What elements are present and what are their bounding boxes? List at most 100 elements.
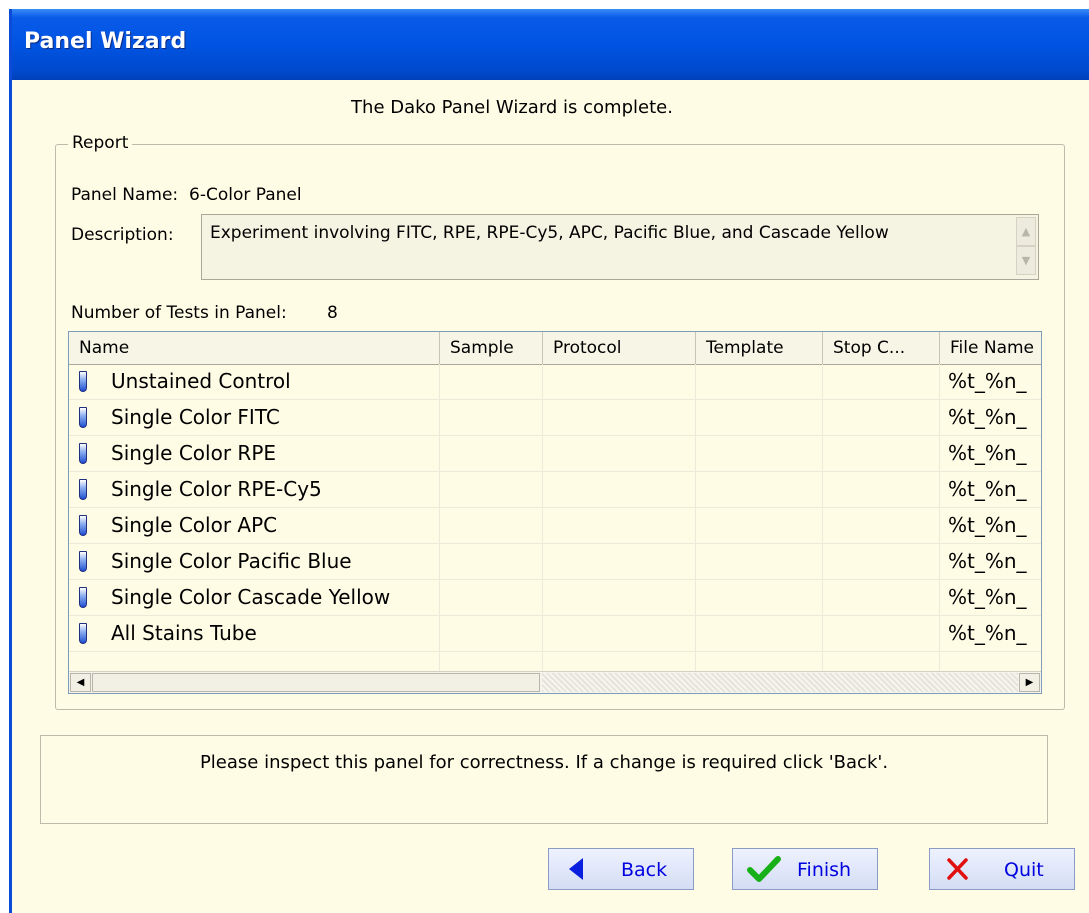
table-cell [696, 580, 823, 615]
close-x-icon [947, 858, 968, 880]
test-name: Single Color Cascade Yellow [111, 585, 391, 609]
tests-count-label: Number of Tests in Panel: [71, 303, 287, 323]
table-cell [440, 508, 543, 543]
column-header-template[interactable]: Template [696, 332, 823, 364]
scroll-up-icon[interactable]: ▲ [1016, 217, 1036, 246]
table-cell: %t_%n_ [940, 544, 1041, 579]
test-file-name: %t_%n_ [948, 405, 1027, 429]
table-cell: Single Color Pacific Blue [69, 544, 440, 579]
panel-name-label: Panel Name: [71, 185, 179, 205]
table-cell [440, 436, 543, 471]
table-cell [543, 472, 696, 507]
column-header-protocol[interactable]: Protocol [543, 332, 696, 364]
completion-banner: The Dako Panel Wizard is complete. [351, 97, 673, 118]
table-cell [440, 472, 543, 507]
table-cell: Single Color RPE-Cy5 [69, 472, 440, 507]
table-cell [440, 616, 543, 651]
table-row[interactable]: Single Color APC %t_%n_ [69, 508, 1041, 544]
description-label: Description: [71, 225, 174, 245]
table-cell [696, 436, 823, 471]
scroll-down-icon[interactable]: ▼ [1016, 246, 1036, 275]
table-row[interactable]: Single Color Pacific Blue %t_%n_ [69, 544, 1041, 580]
table-cell [696, 544, 823, 579]
table-cell [823, 436, 940, 471]
test-name: Single Color FITC [111, 405, 280, 429]
test-name: Single Color RPE [111, 441, 277, 465]
tests-table[interactable]: Name Sample Protocol Template Stop C... … [68, 331, 1042, 694]
test-name: Single Color RPE-Cy5 [111, 477, 322, 501]
table-cell [696, 472, 823, 507]
column-header-file-name[interactable]: File Name [940, 332, 1041, 364]
table-cell: Single Color RPE [69, 436, 440, 471]
title-bar[interactable]: Panel Wizard [12, 9, 1089, 80]
table-cell [696, 508, 823, 543]
test-file-name: %t_%n_ [948, 549, 1027, 573]
table-row[interactable]: All Stains Tube %t_%n_ [69, 616, 1041, 652]
horizontal-scrollbar[interactable]: ◀ ▶ [69, 671, 1041, 693]
table-cell [543, 436, 696, 471]
table-cell [440, 364, 543, 399]
report-group: Report Panel Name: 6-Color Panel Descrip… [55, 133, 1065, 710]
table-row[interactable]: Single Color FITC %t_%n_ [69, 400, 1041, 436]
test-file-name: %t_%n_ [948, 585, 1027, 609]
column-header-stop-condition[interactable]: Stop C... [823, 332, 940, 364]
table-cell: All Stains Tube [69, 616, 440, 651]
table-cell [696, 616, 823, 651]
table-cell [543, 400, 696, 435]
column-header-sample[interactable]: Sample [440, 332, 543, 364]
table-cell [823, 544, 940, 579]
table-cell: Single Color Cascade Yellow [69, 580, 440, 615]
test-tube-icon [79, 587, 87, 608]
table-row[interactable]: Single Color RPE %t_%n_ [69, 436, 1041, 472]
table-cell [543, 616, 696, 651]
finish-button-label: Finish [797, 859, 852, 881]
table-cell [543, 544, 696, 579]
table-row[interactable]: Unstained Control %t_%n_ [69, 364, 1041, 400]
test-file-name: %t_%n_ [948, 477, 1027, 501]
table-cell: %t_%n_ [940, 400, 1041, 435]
table-cell [823, 472, 940, 507]
scrollbar-thumb[interactable] [92, 673, 540, 692]
panel-wizard-window: Panel Wizard The Dako Panel Wizard is co… [9, 9, 1089, 913]
scrollbar-track[interactable] [542, 673, 1018, 692]
table-cell [823, 400, 940, 435]
test-file-name: %t_%n_ [948, 441, 1027, 465]
table-cell [823, 364, 940, 399]
table-cell: %t_%n_ [940, 508, 1041, 543]
tests-count-value: 8 [327, 303, 338, 323]
test-tube-icon [79, 515, 87, 536]
table-body: Unstained Control %t_%n_ Single Color FITC… [69, 364, 1041, 688]
description-field[interactable]: Experiment involving FITC, RPE, RPE-Cy5,… [201, 214, 1039, 280]
table-cell: %t_%n_ [940, 472, 1041, 507]
table-row[interactable]: Single Color Cascade Yellow %t_%n_ [69, 580, 1041, 616]
table-cell: Single Color FITC [69, 400, 440, 435]
message-box: Please inspect this panel for correctnes… [40, 735, 1048, 824]
checkmark-icon [747, 856, 781, 882]
table-cell [823, 580, 940, 615]
inspection-message: Please inspect this panel for correctnes… [199, 752, 889, 773]
test-file-name: %t_%n_ [948, 513, 1027, 537]
table-cell: %t_%n_ [940, 616, 1041, 651]
quit-button-label: Quit [1004, 859, 1044, 881]
test-tube-icon [79, 407, 87, 428]
table-row[interactable]: Single Color RPE-Cy5 %t_%n_ [69, 472, 1041, 508]
quit-button[interactable]: Quit [929, 848, 1075, 890]
back-button-label: Back [621, 859, 668, 881]
finish-button[interactable]: Finish [732, 848, 878, 890]
table-cell [823, 508, 940, 543]
test-tube-icon [79, 551, 87, 572]
test-name: Single Color Pacific Blue [111, 549, 352, 573]
description-scrollbar[interactable]: ▲ ▼ [1016, 217, 1036, 277]
table-cell [543, 508, 696, 543]
test-name: Single Color APC [111, 513, 278, 537]
scroll-left-icon[interactable]: ◀ [70, 673, 91, 692]
table-cell [696, 400, 823, 435]
table-cell [543, 364, 696, 399]
scroll-right-icon[interactable]: ▶ [1019, 673, 1040, 692]
table-cell [440, 580, 543, 615]
column-header-name[interactable]: Name [69, 332, 440, 364]
test-file-name: %t_%n_ [948, 369, 1027, 393]
table-cell: %t_%n_ [940, 364, 1041, 399]
back-button[interactable]: Back [548, 848, 694, 890]
table-cell [823, 616, 940, 651]
